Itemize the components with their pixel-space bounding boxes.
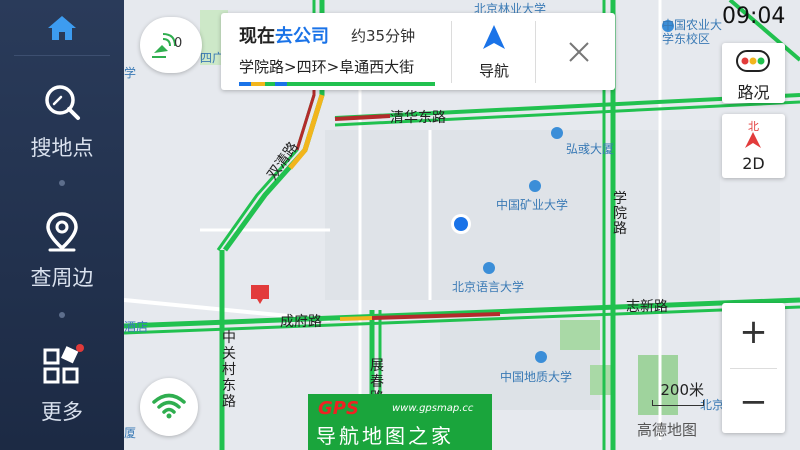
navigation-arrow-icon xyxy=(483,25,505,49)
poi-label[interactable]: 中国矿业大学 xyxy=(496,196,568,213)
sidebar-item-nearby[interactable]: 查周边 xyxy=(0,210,124,292)
home-icon xyxy=(48,16,76,40)
more-grid-icon xyxy=(43,344,84,384)
plus-icon: + xyxy=(739,312,768,352)
sidebar: 搜地点 查周边 更多 xyxy=(0,0,124,450)
route-card-divider xyxy=(535,21,536,83)
gps-signal-button[interactable]: 0 xyxy=(140,17,202,73)
sidebar-item-search[interactable]: 搜地点 xyxy=(0,80,124,162)
sidebar-separator-dot xyxy=(59,180,65,186)
building-icon xyxy=(551,127,563,139)
scale-text: 200米 xyxy=(660,381,704,399)
minus-icon: − xyxy=(739,382,768,422)
road-label: 中关村东路 xyxy=(222,330,236,410)
traffic-toggle-button[interactable]: 路况 xyxy=(722,43,785,103)
poi-label[interactable]: 中国农业大学东校区 xyxy=(662,18,722,46)
wifi-icon xyxy=(152,393,186,419)
poi-label[interactable]: 酒店 xyxy=(124,318,148,335)
route-eta: 约35分钟 xyxy=(351,27,416,45)
compass-icon xyxy=(745,132,761,148)
route-card[interactable]: 现在去公司 约35分钟 学院路>四环>阜通西大街 导航 xyxy=(221,13,615,90)
poi-label[interactable]: 厦 xyxy=(124,424,136,441)
close-button[interactable] xyxy=(539,13,615,90)
school-icon xyxy=(535,351,547,363)
status-clock: 09:04 xyxy=(722,4,786,29)
search-icon xyxy=(45,85,80,120)
poi-label[interactable]: 中国地质大学 xyxy=(500,368,572,385)
navigate-button[interactable]: 导航 xyxy=(453,13,535,90)
traffic-light-icon xyxy=(736,50,770,72)
home-button[interactable] xyxy=(44,12,80,44)
zoom-out-button[interactable]: − xyxy=(722,369,785,433)
scale-bar xyxy=(652,400,704,406)
poi-label[interactable]: 弘彧大厦 xyxy=(566,140,614,157)
traffic-label: 路况 xyxy=(737,83,770,102)
watermark-gps: GPS xyxy=(318,398,359,419)
watermark: GPS www.gpsmap.cc 导航地图之家 xyxy=(308,394,492,450)
sidebar-item-more[interactable]: 更多 xyxy=(0,344,124,426)
view-mode-button[interactable]: 北 2D xyxy=(722,114,785,178)
school-icon xyxy=(483,262,495,274)
school-icon xyxy=(529,180,541,192)
sidebar-item-label: 查周边 xyxy=(30,266,94,290)
close-icon xyxy=(569,42,589,62)
route-card-divider xyxy=(451,21,452,83)
sidebar-item-label: 搜地点 xyxy=(30,136,94,160)
road-label: 清华东路 xyxy=(390,110,446,126)
route-title-prefix: 现在 xyxy=(239,26,275,47)
road-label: 志新路 xyxy=(626,299,668,315)
sidebar-divider xyxy=(14,55,110,56)
sidebar-item-label: 更多 xyxy=(41,400,83,424)
poi-label[interactable]: 北京语言大学 xyxy=(452,278,524,295)
poi-label[interactable]: 学 xyxy=(124,64,136,81)
watermark-url: www.gpsmap.cc xyxy=(392,403,474,414)
route-traffic-bar xyxy=(239,82,435,86)
zoom-control: + − xyxy=(722,303,785,433)
view-mode-label: 2D xyxy=(742,154,765,173)
route-via: 学院路>四环>阜通西大街 xyxy=(239,58,415,76)
watermark-title: 导航地图之家 xyxy=(316,424,454,448)
route-destination: 去公司 xyxy=(275,26,329,47)
route-title: 现在去公司 xyxy=(239,22,329,48)
wifi-button[interactable] xyxy=(140,378,198,436)
location-pin-icon xyxy=(46,212,78,252)
map-scale: 200米 xyxy=(652,379,704,406)
road-label: 学院路 xyxy=(613,191,627,237)
zoom-in-button[interactable]: + xyxy=(722,303,785,368)
sidebar-separator-dot xyxy=(59,312,65,318)
brand-logo: 高德地图 xyxy=(637,421,698,439)
satellite-count: 0 xyxy=(174,36,183,51)
navigate-label: 导航 xyxy=(478,62,509,80)
road-label: 成府路 xyxy=(280,314,322,330)
